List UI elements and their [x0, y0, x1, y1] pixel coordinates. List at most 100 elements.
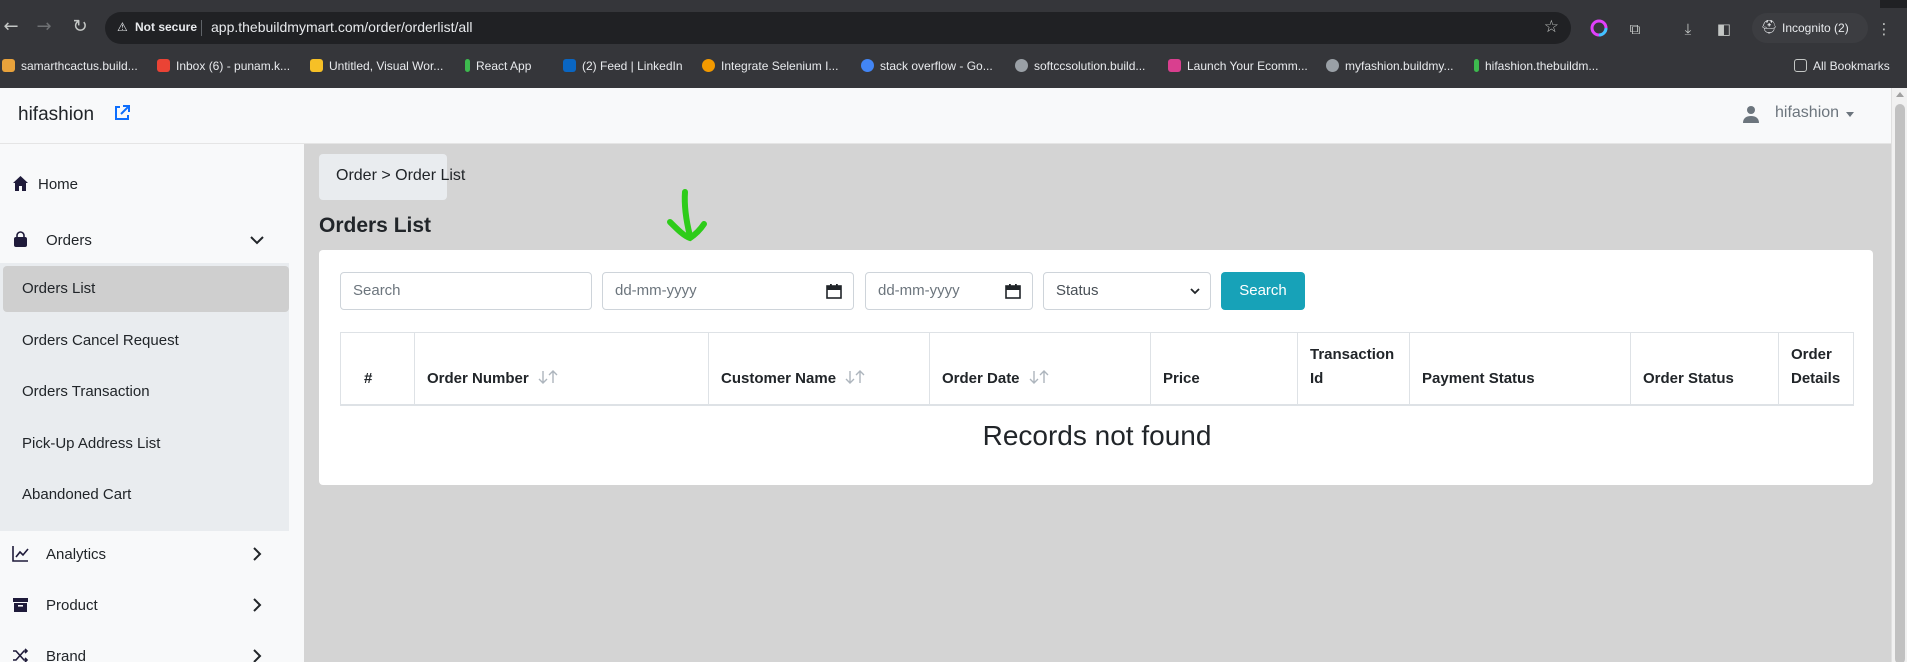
linkedin-icon: [563, 59, 576, 72]
extensions-icon[interactable]: ⧉: [1625, 19, 1645, 39]
gmail-icon: [157, 59, 170, 72]
bookmark-item[interactable]: Launch Your Ecomm...: [1168, 57, 1308, 75]
google-icon: [861, 59, 874, 72]
globe-icon: [1015, 59, 1028, 72]
app-header: hifashion hifashion: [0, 88, 1891, 144]
download-icon[interactable]: ⤓: [1678, 19, 1698, 39]
column-header-order-number[interactable]: Order Number: [415, 333, 709, 405]
user-icon[interactable]: [1742, 105, 1760, 123]
home-icon: [13, 176, 28, 191]
globe-icon: [1326, 59, 1339, 72]
column-header-order-date[interactable]: Order Date: [930, 333, 1151, 405]
caret-down-icon[interactable]: [1846, 112, 1854, 117]
submenu-pickup-address-list[interactable]: Pick-Up Address List: [3, 421, 289, 467]
sidebar-item-brand[interactable]: Brand: [0, 634, 304, 662]
search-button[interactable]: Search: [1221, 272, 1305, 310]
status-select-value: Status: [1056, 282, 1099, 299]
chrome-icon: [702, 59, 715, 72]
folder-icon: [1794, 59, 1807, 72]
chevron-down-icon[interactable]: [248, 231, 266, 249]
column-header-customer-name[interactable]: Customer Name: [709, 333, 930, 405]
scroll-up-icon[interactable]: [1896, 92, 1904, 97]
store-icon: [1168, 59, 1181, 72]
status-select[interactable]: Status: [1043, 272, 1211, 310]
date-from-input[interactable]: dd-mm-yyyy: [602, 272, 854, 310]
bookmark-item[interactable]: stack overflow - Go...: [861, 57, 993, 75]
bookmark-star-icon[interactable]: ☆: [1544, 17, 1559, 37]
external-link-icon[interactable]: [112, 103, 132, 123]
date-to-input[interactable]: dd-mm-yyyy: [865, 272, 1033, 310]
incognito-icon: ⛑: [1761, 20, 1778, 35]
warning-icon: ⚠: [117, 20, 128, 34]
favicon-icon: [2, 59, 15, 72]
scroll-thumb[interactable]: [1895, 104, 1905, 662]
menu-dots-icon[interactable]: ⋮: [1874, 19, 1894, 39]
chevron-right-icon[interactable]: [248, 596, 266, 614]
sidebar-item-label: Brand: [46, 648, 87, 662]
bookmark-item[interactable]: softccsolution.build...: [1015, 57, 1145, 75]
side-panel-icon[interactable]: ◧: [1714, 19, 1734, 39]
chevron-down-icon: [1190, 288, 1200, 295]
incognito-badge[interactable]: ⛑ Incognito (2): [1752, 13, 1868, 43]
sidebar-item-orders[interactable]: Orders: [0, 218, 304, 262]
calendar-icon[interactable]: [826, 283, 842, 299]
bookmark-item[interactable]: Integrate Selenium I...: [702, 57, 838, 75]
user-menu[interactable]: hifashion: [1775, 104, 1839, 122]
chart-line-icon: [12, 546, 29, 562]
browser-chrome: ← → ↻ ⚠ Not secure app.thebuildmymart.co…: [0, 0, 1907, 88]
column-header-order-details: Order Details: [1791, 346, 1841, 387]
date-to-placeholder: dd-mm-yyyy: [878, 282, 960, 299]
browser-toolbar: ← → ↻ ⚠ Not secure app.thebuildmymart.co…: [0, 8, 1907, 48]
bookmarks-bar: samarthcactus.build... Inbox (6) - punam…: [0, 52, 1907, 80]
bookmark-item[interactable]: hifashion.thebuildm...: [1474, 57, 1598, 75]
bookmark-item[interactable]: (2) Feed | LinkedIn: [563, 57, 683, 75]
brand-name[interactable]: hifashion: [18, 104, 94, 126]
sidebar-item-label: Orders: [46, 232, 92, 249]
reload-icon[interactable]: ↻: [69, 16, 91, 38]
chevron-right-icon[interactable]: [248, 647, 266, 662]
back-icon[interactable]: ←: [0, 16, 22, 38]
sidebar-item-label: Home: [38, 176, 79, 193]
leaf-icon: [465, 59, 470, 72]
miro-icon: [310, 59, 323, 72]
url-text[interactable]: app.thebuildmymart.com/order/orderlist/a…: [211, 19, 472, 35]
bookmark-item[interactable]: myfashion.buildmy...: [1326, 57, 1454, 75]
search-input[interactable]: Search: [340, 272, 592, 310]
bookmark-item[interactable]: Inbox (6) - punam.k...: [157, 57, 290, 75]
forward-icon[interactable]: →: [33, 16, 55, 38]
bookmark-item[interactable]: React App: [465, 57, 531, 75]
orders-table: # Order Number Customer Name Order Date …: [340, 332, 1854, 406]
bookmark-item[interactable]: samarthcactus.build...: [2, 57, 138, 75]
orders-card: Search dd-mm-yyyy dd-mm-yyyy Status Sear…: [319, 250, 1873, 485]
chevron-right-icon[interactable]: [248, 545, 266, 563]
calendar-icon[interactable]: [1005, 283, 1021, 299]
column-header-order-status: Order Status: [1631, 333, 1779, 405]
empty-state-message: Records not found: [982, 420, 1212, 451]
sort-icon[interactable]: [537, 370, 559, 384]
sidebar-item-product[interactable]: Product: [0, 583, 304, 627]
date-from-placeholder: dd-mm-yyyy: [615, 282, 697, 299]
submenu-orders-transaction[interactable]: Orders Transaction: [3, 369, 289, 415]
sidebar-item-label: Product: [46, 597, 98, 614]
leaf-icon: [1474, 59, 1479, 72]
sidebar-item-analytics[interactable]: Analytics: [0, 532, 304, 576]
shuffle-icon: [13, 648, 29, 662]
sort-icon[interactable]: [844, 370, 866, 384]
annotation-arrow-icon: [667, 189, 707, 242]
sidebar-item-home[interactable]: Home: [0, 162, 304, 206]
main-content: Order > Order List Orders List Search dd…: [304, 144, 1891, 662]
all-bookmarks[interactable]: All Bookmarks: [1794, 57, 1890, 75]
color-extension-icon[interactable]: [1589, 19, 1609, 39]
breadcrumb[interactable]: Order > Order List: [319, 154, 465, 200]
bookmark-item[interactable]: Untitled, Visual Wor...: [310, 57, 443, 75]
submenu-orders-list[interactable]: Orders List: [3, 266, 289, 312]
page-scrollbar[interactable]: [1891, 88, 1907, 662]
incognito-label: Incognito (2): [1782, 21, 1849, 35]
submenu-abandoned-cart[interactable]: Abandoned Cart: [3, 472, 289, 518]
column-header-payment-status: Payment Status: [1410, 333, 1631, 405]
address-bar[interactable]: ⚠ Not secure app.thebuildmymart.com/orde…: [105, 12, 1571, 44]
submenu-orders-cancel-request[interactable]: Orders Cancel Request: [3, 318, 289, 364]
security-label[interactable]: Not secure: [135, 20, 197, 34]
sidebar-item-label: Analytics: [46, 546, 107, 563]
sort-icon[interactable]: [1028, 370, 1050, 384]
